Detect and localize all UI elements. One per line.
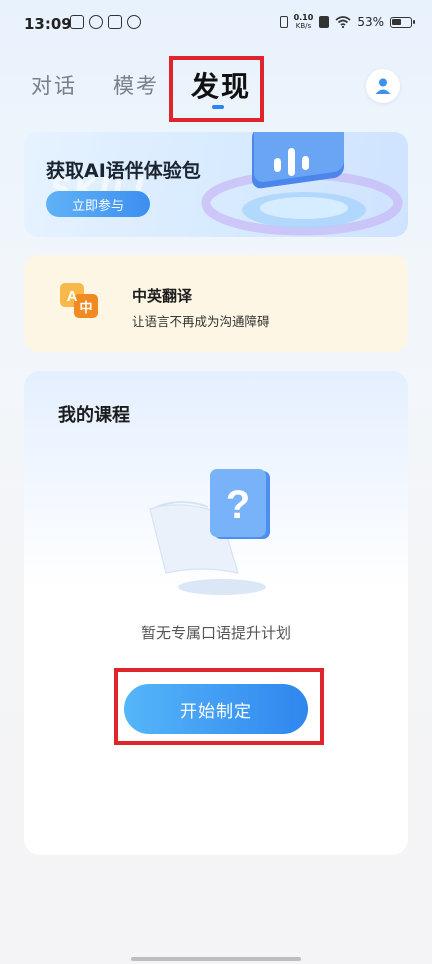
- empty-state-text: 暂无专属口语提升计划: [140, 624, 291, 642]
- status-right: 0.10 KB/s 53%: [279, 13, 415, 31]
- profile-avatar-button[interactable]: [366, 69, 400, 103]
- tab-mock-exam[interactable]: 模考: [113, 70, 159, 100]
- highlight-box-button: [114, 668, 324, 745]
- course-title: 我的课程: [58, 405, 130, 426]
- status-bar: 13:09 0.10 KB/s 53%: [0, 0, 432, 52]
- promo-banner[interactable]: SKILL 获取AI语伴体验包 立即参与: [24, 132, 408, 237]
- translate-subtitle: 让语言不再成为沟通障碍: [132, 314, 270, 329]
- tiktok-icon: [108, 15, 122, 29]
- battery-icon: [390, 16, 415, 28]
- status-time: 13:09: [24, 15, 72, 33]
- app-notification-icon: [127, 15, 141, 29]
- question-mark-illustration: ?: [149, 469, 270, 595]
- chat-bubble-illustration: [201, 132, 403, 236]
- join-now-button[interactable]: 立即参与: [46, 191, 150, 217]
- home-indicator[interactable]: [131, 957, 301, 961]
- highlight-box-tab: [169, 56, 264, 122]
- wifi-icon: [335, 16, 351, 28]
- battery-percent: 53%: [357, 15, 384, 29]
- app-notification-icon: [89, 15, 103, 29]
- banner-title: 获取AI语伴体验包: [46, 160, 201, 182]
- sim-off-icon: [319, 16, 330, 28]
- translate-icon: A 中: [60, 283, 98, 318]
- svg-text:中: 中: [79, 300, 92, 316]
- notification-icons: [70, 15, 141, 29]
- user-icon: [375, 78, 391, 94]
- tab-chat[interactable]: 对话: [31, 70, 77, 100]
- svg-text:?: ?: [226, 483, 250, 527]
- net-speed: 0.10 KB/s: [293, 13, 314, 31]
- my-course-card: 我的课程 ? 暂无专属口语提升计划 开始制定: [24, 371, 408, 855]
- translate-card[interactable]: A 中 中英翻译 让语言不再成为沟通障碍: [24, 255, 408, 352]
- vibrate-icon: [279, 16, 288, 28]
- app-notification-icon: [70, 15, 84, 29]
- svg-text:A: A: [67, 288, 78, 305]
- translate-title: 中英翻译: [132, 287, 193, 305]
